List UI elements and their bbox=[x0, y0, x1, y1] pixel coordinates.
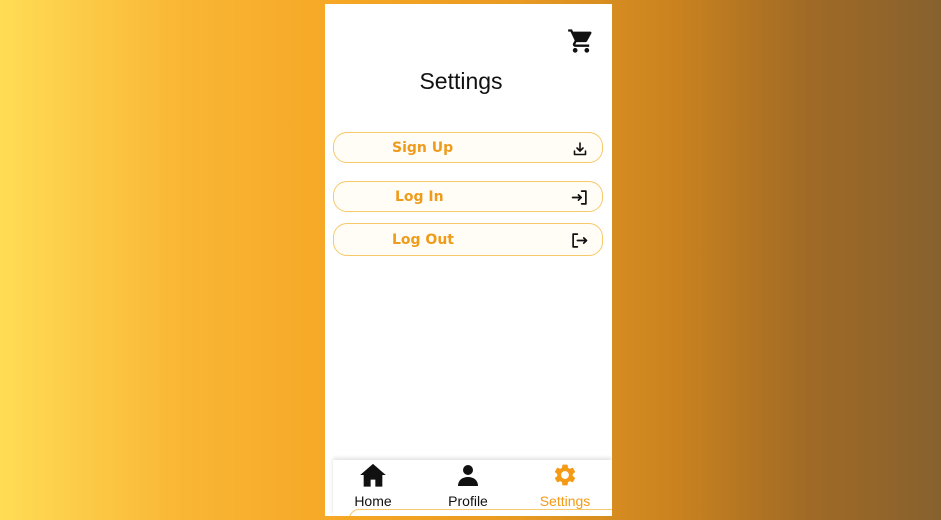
partially-hidden-button bbox=[349, 509, 612, 516]
nav-home[interactable]: Home bbox=[328, 460, 418, 516]
sign-up-button[interactable]: Sign Up bbox=[333, 132, 603, 163]
nav-profile[interactable]: Profile bbox=[423, 460, 513, 516]
log-out-label: Log Out bbox=[392, 232, 454, 248]
bottom-navigation: Home Profile Settings bbox=[333, 460, 612, 516]
phone-screen: Settings Sign Up Log In Log Out Home Pro… bbox=[325, 4, 612, 516]
log-in-label: Log In bbox=[395, 189, 444, 205]
download-icon bbox=[571, 140, 588, 157]
shopping-cart-icon bbox=[568, 29, 592, 53]
log-in-button[interactable]: Log In bbox=[333, 181, 603, 212]
sign-up-label: Sign Up bbox=[392, 140, 454, 156]
log-out-button[interactable]: Log Out bbox=[333, 223, 603, 256]
nav-profile-label: Profile bbox=[448, 493, 488, 509]
nav-settings[interactable]: Settings bbox=[520, 460, 610, 516]
gear-icon bbox=[520, 462, 610, 488]
login-icon bbox=[571, 189, 588, 206]
page-title: Settings bbox=[419, 68, 503, 94]
nav-home-label: Home bbox=[354, 493, 392, 509]
nav-settings-label: Settings bbox=[539, 493, 591, 509]
cart-button[interactable] bbox=[566, 26, 596, 56]
person-icon bbox=[423, 462, 513, 488]
home-icon bbox=[328, 462, 418, 488]
logout-icon bbox=[571, 232, 588, 249]
